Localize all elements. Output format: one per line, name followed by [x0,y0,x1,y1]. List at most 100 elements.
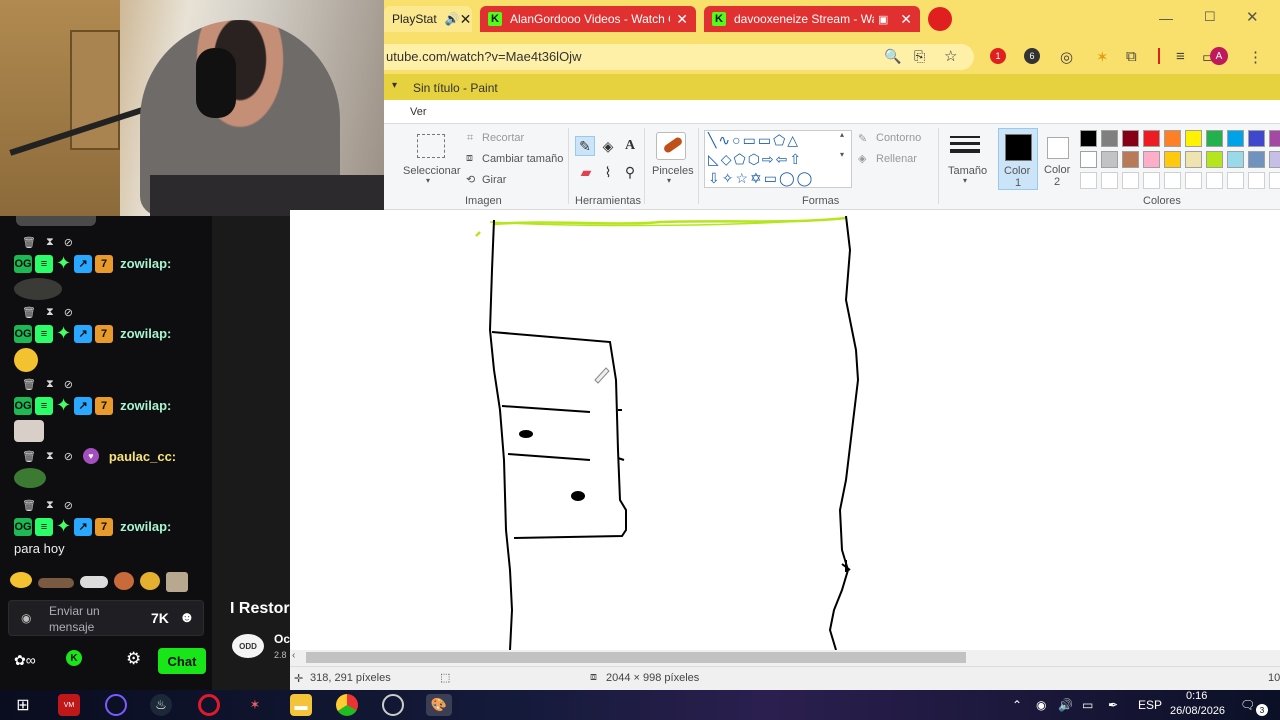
voicemeeter-icon[interactable]: VM [58,694,80,716]
chrome-icon[interactable] [336,694,358,716]
custom-color-slot[interactable] [1101,172,1118,189]
opera-icon[interactable] [198,694,220,716]
ban-icon[interactable]: ⊘ [64,450,73,463]
palette-swatch[interactable] [1101,130,1118,147]
color2-button[interactable]: Color 2 [1040,128,1076,190]
custom-color-slot[interactable] [1185,172,1202,189]
obs-icon[interactable] [382,694,404,716]
close-tab-icon[interactable]: ✕ [900,11,912,28]
notifications-icon[interactable]: 🗨 [1240,698,1255,712]
custom-color-slot[interactable] [1269,172,1280,189]
close-tab-icon[interactable]: ✕ [460,11,472,28]
palette-swatch[interactable] [1164,130,1181,147]
custom-color-slot[interactable] [1143,172,1160,189]
delete-icon[interactable]: 🗑 [22,236,36,249]
palette-swatch[interactable] [1080,130,1097,147]
chat-username[interactable]: paulac_cc: [109,449,176,464]
kick-emote-icon[interactable]: 7K [151,610,169,626]
emote-image[interactable] [80,576,108,588]
timeout-icon[interactable]: ⧗ [46,450,54,463]
clock-time[interactable]: 0:16 [1186,690,1207,702]
palette-swatch[interactable] [1227,151,1244,168]
quick-access-dropdown-icon[interactable]: ▾ [392,80,397,91]
url-field[interactable]: utube.com/watch?v=Mae4t36lOjw 🔍 ⎘ ☆ [384,44,974,70]
community-icon[interactable]: ✿∞ [14,652,36,669]
magnifier-icon[interactable]: ⚲ [620,162,640,182]
app-circle-icon[interactable] [105,694,127,716]
emote-image[interactable] [140,572,160,590]
kick-logo-icon[interactable]: K [66,650,82,666]
volume-icon[interactable]: 🔊 [1058,698,1073,712]
zoom-icon[interactable]: 🔍 [884,48,901,65]
timeout-icon[interactable]: ⧗ [46,378,54,391]
tab-playstation[interactable]: PlayStat 🔊 ✕ [384,6,472,32]
scroll-left-icon[interactable]: ‹ [292,650,295,661]
timeout-icon[interactable]: ⧗ [46,306,54,319]
shapes-gallery[interactable]: ╲∿○▭▭⬠△ ◺◇⬠⬡⇨⇦⇧ ⇩✧☆✡▭◯◯ [704,130,852,188]
pen-icon[interactable]: ✒ [1108,698,1118,712]
steam-icon[interactable]: ♨ [150,694,172,716]
emote-image[interactable] [166,572,188,592]
custom-color-slot[interactable] [1248,172,1265,189]
palette-swatch[interactable] [1185,151,1202,168]
profile-avatar[interactable]: A [1210,47,1228,65]
scroll-thumb[interactable] [306,652,966,663]
chat-username[interactable]: zowilap: [120,256,171,271]
ban-icon[interactable]: ⊘ [64,499,73,512]
eraser-icon[interactable]: ▰ [576,162,596,182]
delete-icon[interactable]: 🗑 [22,499,36,512]
palette-swatch[interactable] [1164,151,1181,168]
delete-icon[interactable]: 🗑 [22,450,36,463]
tab-ver[interactable]: Ver [410,106,427,118]
timeout-icon[interactable]: ⧗ [46,236,54,249]
select-dropdown-icon[interactable]: ▾ [426,176,430,185]
file-explorer-icon[interactable]: ▬ [290,694,312,716]
paint-taskbar-icon[interactable]: 🎨 [426,694,452,716]
chat-username[interactable]: zowilap: [120,326,171,341]
custom-color-slot[interactable] [1227,172,1244,189]
delete-icon[interactable]: 🗑 [22,306,36,319]
chat-username[interactable]: zowilap: [120,519,171,534]
channel-logo[interactable]: ODD [232,634,264,658]
pencil-icon[interactable]: ✎ [575,136,595,156]
resize-label[interactable]: Cambiar tamaño [482,153,563,165]
palette-swatch[interactable] [1143,130,1160,147]
close-tab-icon[interactable]: ✕ [676,11,688,28]
paint-canvas[interactable] [290,210,1280,650]
custom-color-slot[interactable] [1122,172,1139,189]
emote-image[interactable] [38,578,74,588]
browser-menu-icon[interactable]: ⋮ [1248,48,1263,66]
palette-swatch[interactable] [1143,151,1160,168]
rotate-icon[interactable]: ⟲ [466,173,475,186]
install-app-icon[interactable]: ⎘ [914,48,925,65]
palette-swatch[interactable] [1206,151,1223,168]
discord-tray-icon[interactable]: ◉ [1036,698,1046,712]
network-icon[interactable]: ▭ [1082,698,1093,712]
brush-icon[interactable] [656,132,686,160]
resize-icon[interactable]: ⧈ [466,152,473,165]
close-window-icon[interactable]: ✕ [1246,8,1259,26]
size-dropdown-icon[interactable]: ▾ [963,176,967,185]
palette-swatch[interactable] [1122,151,1139,168]
minimize-icon[interactable]: — [1159,10,1173,26]
emoji-icon[interactable]: ☻ [179,609,195,626]
game-app-icon[interactable]: ✶ [244,694,266,716]
shapes-scroll-up-icon[interactable]: ▴ [840,130,844,139]
palette-swatch[interactable] [1269,130,1280,147]
palette-swatch[interactable] [1269,151,1280,168]
brushes-dropdown-icon[interactable]: ▾ [667,176,671,185]
palette-swatch[interactable] [1122,130,1139,147]
ban-icon[interactable]: ⊘ [64,236,73,249]
media-queue-icon[interactable]: ≡ [1176,48,1185,65]
select-icon[interactable] [417,134,445,158]
custom-color-slot[interactable] [1080,172,1097,189]
custom-color-slot[interactable] [1206,172,1223,189]
tab-davooxeneize[interactable]: K davooxeneize Stream - Wat ▣ ✕ [704,6,920,32]
stream-title[interactable]: I Restor [230,600,292,618]
size-label[interactable]: Tamaño [948,165,987,177]
extension-4-icon[interactable]: ✶ [1096,48,1109,66]
chat-username[interactable]: zowilap: [120,398,171,413]
new-tab-button[interactable] [928,7,952,31]
palette-swatch[interactable] [1248,151,1265,168]
language-indicator[interactable]: ESP [1138,698,1162,712]
